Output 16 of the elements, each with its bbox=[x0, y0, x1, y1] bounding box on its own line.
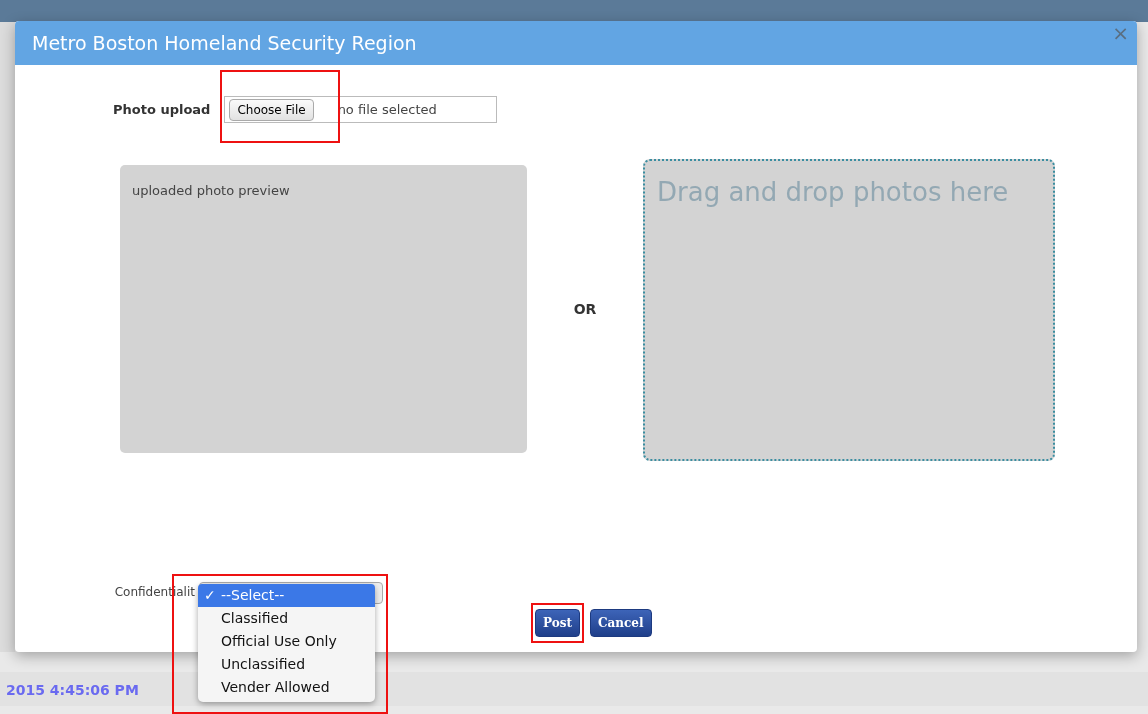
dropdown-option[interactable]: ✓ --Select-- bbox=[198, 584, 375, 607]
dropdown-option[interactable]: Unclassified bbox=[198, 653, 375, 676]
dialog-title: Metro Boston Homeland Security Region bbox=[32, 30, 417, 56]
highlight-frame bbox=[531, 603, 584, 643]
field-label: Photo upload bbox=[113, 100, 211, 119]
preview-label: uploaded photo preview bbox=[132, 183, 290, 198]
choose-file-button[interactable]: Choose File bbox=[229, 98, 314, 121]
dropdown-option[interactable]: Official Use Only bbox=[198, 630, 375, 653]
dropdown-option[interactable]: Classified bbox=[198, 607, 375, 630]
or-separator: OR bbox=[572, 299, 598, 319]
check-mark-icon: ✓ bbox=[204, 585, 216, 605]
timestamp: 2015 4:45:06 PM bbox=[6, 681, 139, 700]
dialog-button[interactable]: Cancel bbox=[590, 609, 652, 637]
dropdown-option[interactable]: Vender Allowed bbox=[198, 676, 375, 699]
dialog-button[interactable]: Post bbox=[535, 609, 580, 637]
drop-zone-hint: Drag and drop photos here bbox=[657, 177, 1009, 207]
